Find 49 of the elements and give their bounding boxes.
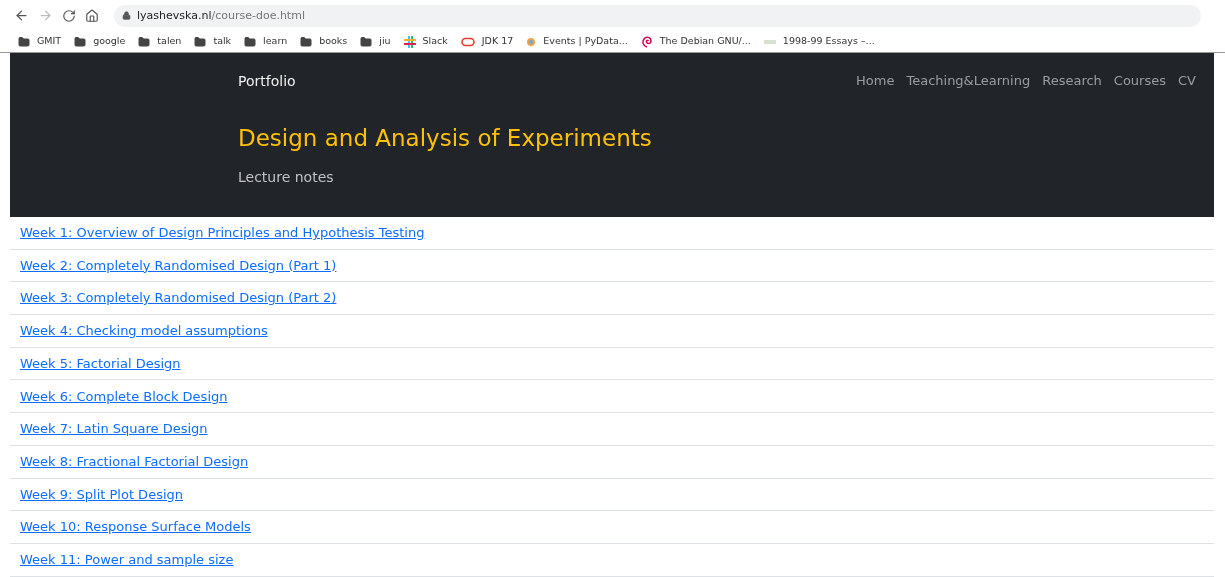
url-path: /course-doe.html bbox=[211, 9, 305, 22]
dot-icon bbox=[526, 36, 537, 47]
folder-icon bbox=[300, 35, 313, 48]
bookmark[interactable]: The Debian GNU/... bbox=[640, 34, 751, 49]
bookmark[interactable]: talk bbox=[194, 34, 232, 49]
folder-icon bbox=[244, 35, 257, 48]
swirl-icon bbox=[640, 35, 653, 48]
hash-icon bbox=[403, 35, 416, 48]
lecture-link[interactable]: Week 5: Factorial Design bbox=[20, 353, 181, 374]
lecture-link[interactable]: Week 1: Overview of Design Principles and Hypothesis Testing bbox=[20, 223, 425, 243]
url-host: lyashevska.nl bbox=[137, 9, 212, 22]
nav-link[interactable]: Teaching&Learning bbox=[906, 71, 1031, 91]
lecture-link[interactable]: Week 11: Power and sample size bbox=[20, 549, 234, 570]
bookmark[interactable]: Slack bbox=[403, 34, 448, 49]
folder-icon bbox=[360, 35, 373, 48]
page-title: Design and Analysis of Experiments bbox=[238, 127, 653, 150]
bookmark[interactable]: learn bbox=[244, 34, 288, 49]
nav-link[interactable]: Courses bbox=[1113, 71, 1166, 91]
page-subtitle: Lecture notes bbox=[238, 170, 335, 184]
nav-link[interactable]: CV bbox=[1178, 71, 1196, 91]
nav-link[interactable]: Home bbox=[856, 71, 895, 91]
address-bar[interactable]: lyashevska.nl/course-doe.html bbox=[114, 4, 1201, 27]
bookmark[interactable]: google bbox=[74, 34, 126, 49]
folder-icon bbox=[194, 35, 207, 48]
ring-icon bbox=[460, 36, 475, 47]
bookmark[interactable]: 1998-99 Essays –... bbox=[763, 34, 875, 49]
bookmark[interactable]: talen bbox=[138, 34, 182, 49]
lecture-link[interactable]: Week 6: Complete Block Design bbox=[20, 386, 228, 407]
bookmark[interactable]: books bbox=[300, 34, 348, 49]
bookmark[interactable]: jiu bbox=[360, 34, 391, 49]
lock-icon bbox=[122, 11, 131, 20]
bookmark[interactable]: Events | PyData... bbox=[526, 34, 628, 49]
bookmark[interactable]: GMIT bbox=[18, 34, 62, 49]
reload-icon[interactable] bbox=[62, 8, 76, 23]
nav-link[interactable]: Research bbox=[1042, 71, 1102, 91]
lecture-link[interactable]: Week 8: Fractional Factorial Design bbox=[20, 451, 249, 472]
lecture-link[interactable]: Week 7: Latin Square Design bbox=[20, 419, 208, 439]
folder-icon bbox=[138, 35, 151, 48]
lecture-link[interactable]: Week 4: Checking model assumptions bbox=[20, 321, 268, 341]
brand-link[interactable]: Portfolio bbox=[238, 70, 296, 92]
lecture-link[interactable]: Week 9: Split Plot Design bbox=[20, 484, 183, 505]
back-icon[interactable] bbox=[14, 8, 29, 23]
lecture-link[interactable]: Week 2: Completely Randomised Design (Part 1) bbox=[20, 255, 337, 276]
home-icon[interactable] bbox=[85, 8, 99, 23]
folder-icon bbox=[18, 35, 30, 48]
lecture-link[interactable]: Week 3: Completely Randomised Design (Part 2) bbox=[20, 288, 337, 308]
folder-icon bbox=[74, 35, 87, 48]
lecture-link[interactable]: Week 10: Response Surface Models bbox=[20, 517, 251, 537]
bookmark[interactable]: JDK 17 bbox=[460, 34, 514, 49]
